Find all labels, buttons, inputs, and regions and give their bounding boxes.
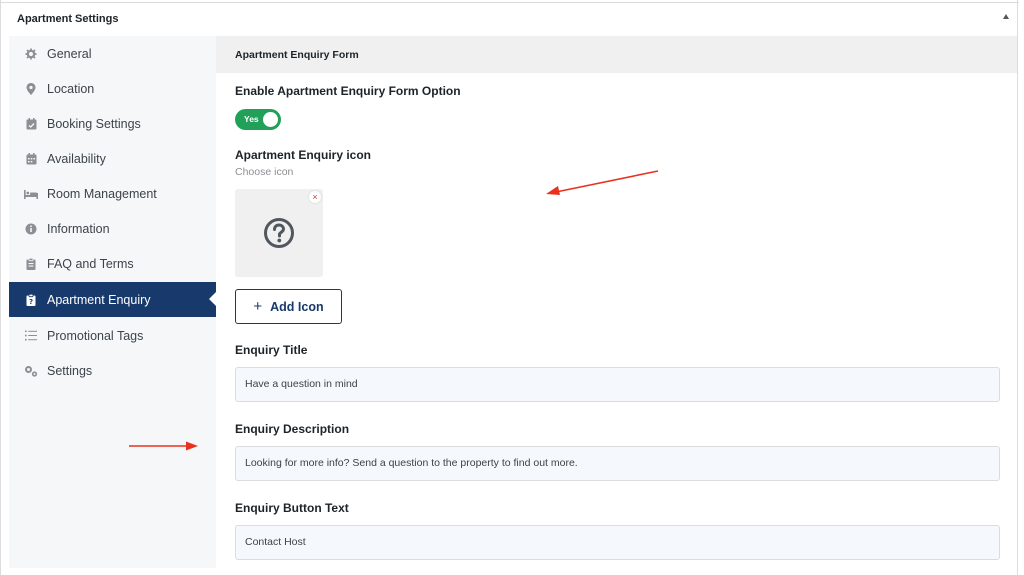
- sidebar-item-label: Settings: [47, 363, 93, 378]
- map-pin-icon: [24, 82, 38, 96]
- sidebar-item-label: Availability: [47, 151, 106, 166]
- info-icon: [24, 222, 38, 236]
- bed-icon: [24, 187, 38, 201]
- main-content: Apartment Enquiry Form Enable Apartment …: [216, 36, 1017, 568]
- collapse-arrow-icon[interactable]: [1003, 14, 1009, 19]
- active-indicator: [209, 292, 216, 306]
- sidebar: General Location Booking Settings Availa…: [9, 36, 216, 568]
- sidebar-item-label: Location: [47, 81, 95, 96]
- enquiry-description-label: Enquiry Description: [235, 422, 350, 436]
- enquiry-button-text-label: Enquiry Button Text: [235, 501, 349, 515]
- sidebar-item-label: Promotional Tags: [47, 328, 144, 343]
- sidebar-item-promotional-tags[interactable]: Promotional Tags: [9, 318, 216, 353]
- panel-header[interactable]: Apartment Settings: [1, 2, 1019, 36]
- sidebar-item-label: Information: [47, 221, 110, 236]
- sidebar-item-availability[interactable]: Availability: [9, 141, 216, 176]
- sidebar-item-settings[interactable]: Settings: [9, 353, 216, 388]
- enquiry-title-label: Enquiry Title: [235, 343, 308, 357]
- clipboard-icon: [24, 257, 38, 271]
- plus-icon: +: [253, 298, 263, 315]
- enquiry-title-input[interactable]: Have a question in mind: [235, 367, 1000, 402]
- choose-icon-hint: Choose icon: [235, 166, 294, 178]
- sidebar-item-faq-and-terms[interactable]: FAQ and Terms: [9, 246, 216, 281]
- enquiry-description-input[interactable]: Looking for more info? Send a question t…: [235, 446, 1000, 481]
- sidebar-item-location[interactable]: Location: [9, 71, 216, 106]
- question-clipboard-icon: ?: [24, 293, 38, 307]
- enable-enquiry-toggle[interactable]: Yes: [235, 109, 281, 130]
- add-icon-label: Add Icon: [270, 299, 324, 314]
- section-header: Apartment Enquiry Form: [216, 36, 1017, 73]
- sidebar-item-room-management[interactable]: Room Management: [9, 176, 216, 211]
- question-circle-icon: [264, 218, 294, 248]
- icon-preview[interactable]: [235, 189, 323, 277]
- gears-icon: [24, 364, 38, 378]
- sidebar-item-label: General: [47, 46, 92, 61]
- settings-frame: Apartment Settings General Location Book…: [0, 0, 1019, 575]
- sidebar-item-booking-settings[interactable]: Booking Settings: [9, 106, 216, 141]
- sidebar-item-general[interactable]: General: [9, 36, 216, 71]
- sidebar-item-label: FAQ and Terms: [47, 256, 134, 271]
- toggle-knob: [263, 112, 278, 127]
- sidebar-item-apartment-enquiry[interactable]: ? Apartment Enquiry: [9, 282, 216, 317]
- add-icon-button[interactable]: + Add Icon: [235, 289, 342, 324]
- section-title: Apartment Enquiry Form: [235, 49, 359, 61]
- enable-enquiry-label: Enable Apartment Enquiry Form Option: [235, 84, 461, 98]
- sidebar-item-information[interactable]: Information: [9, 211, 216, 246]
- calendar-check-icon: [24, 117, 38, 131]
- calendar-icon: [24, 152, 38, 166]
- gear-icon: [24, 47, 38, 61]
- enquiry-icon-label: Apartment Enquiry icon: [235, 148, 372, 162]
- toggle-text: Yes: [244, 114, 259, 124]
- sidebar-item-label: Apartment Enquiry: [47, 292, 151, 307]
- list-icon: [24, 329, 38, 343]
- enquiry-button-text-input[interactable]: Contact Host: [235, 525, 1000, 560]
- sidebar-item-label: Booking Settings: [47, 116, 141, 131]
- sidebar-item-label: Room Management: [47, 186, 157, 201]
- svg-text:?: ?: [29, 298, 33, 306]
- panel-title: Apartment Settings: [17, 13, 119, 25]
- remove-icon-button[interactable]: ×: [309, 191, 321, 203]
